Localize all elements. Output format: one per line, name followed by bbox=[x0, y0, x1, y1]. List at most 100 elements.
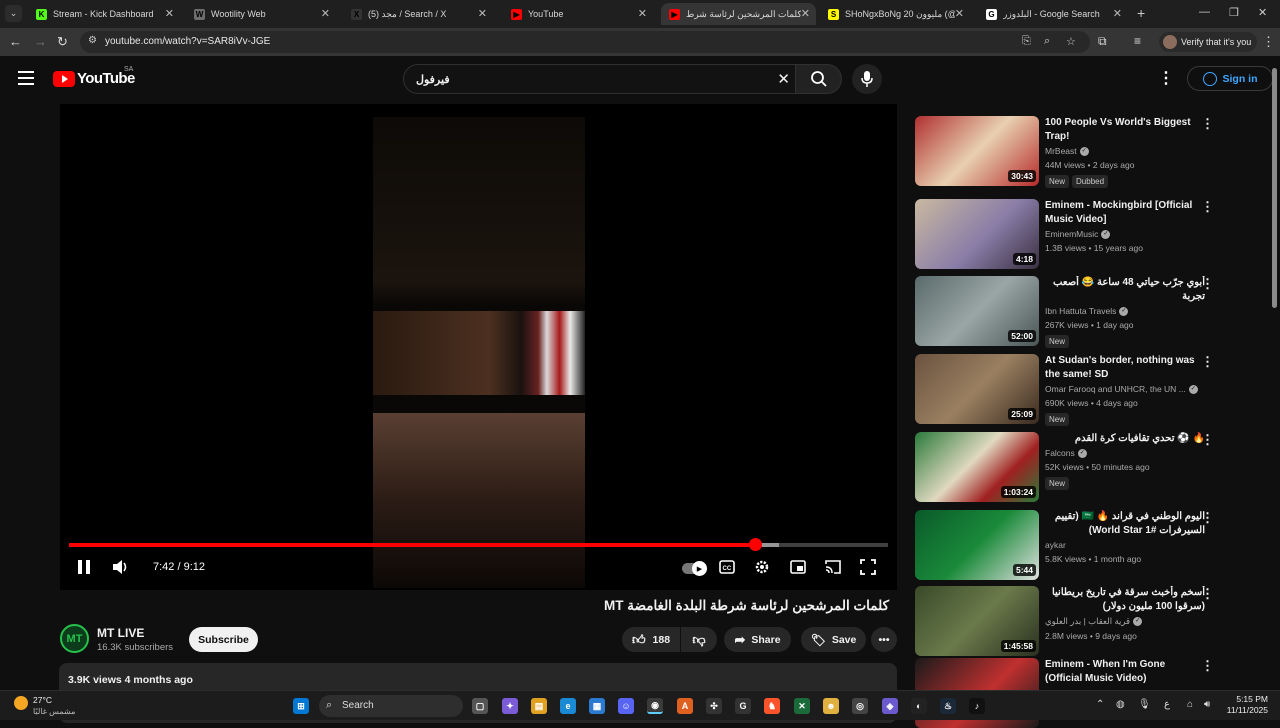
clear-search-icon[interactable]: ✕ bbox=[777, 70, 790, 88]
channel-name[interactable]: Ibn Hattuta Travels bbox=[1045, 306, 1116, 316]
progress-bar[interactable] bbox=[69, 538, 888, 551]
back-icon[interactable]: ← bbox=[9, 34, 22, 49]
minimize-icon[interactable]: — bbox=[1199, 6, 1210, 18]
channel-name[interactable]: aykar bbox=[1045, 540, 1066, 550]
close-tab-icon[interactable]: ✕ bbox=[165, 7, 174, 20]
share-button[interactable]: ➦ Share bbox=[724, 627, 791, 652]
video-menu-icon[interactable]: ⋮ bbox=[1201, 276, 1214, 292]
browser-tab[interactable]: X (5) مجد / Search / X ✕ bbox=[343, 3, 493, 25]
channel-name[interactable]: MrBeast bbox=[1045, 146, 1077, 156]
autoplay-toggle[interactable]: ▶ bbox=[682, 561, 707, 576]
video-thumbnail[interactable]: 5:44 bbox=[915, 510, 1039, 580]
video-menu-icon[interactable]: ⋮ bbox=[1201, 116, 1214, 132]
brave-icon[interactable]: ♞ bbox=[764, 698, 780, 714]
voice-search-button[interactable] bbox=[852, 64, 882, 94]
video-thumbnail[interactable]: 52:00 bbox=[915, 276, 1039, 346]
app-sync-icon[interactable]: ✣ bbox=[706, 698, 722, 714]
file-explorer-icon[interactable]: ▤ bbox=[531, 698, 547, 714]
app-dark-icon[interactable]: ◐ bbox=[911, 698, 927, 714]
obs-icon[interactable]: ◎ bbox=[852, 698, 868, 714]
clock[interactable]: 5:15 PM 11/11/2025 bbox=[1226, 694, 1268, 716]
browser-tab[interactable]: S SHoNgxBoNg 20 مليوون (@sh✕ bbox=[820, 3, 970, 25]
video-thumbnail[interactable]: 1:03:24 bbox=[915, 432, 1039, 502]
browser-tab[interactable]: ▶ كلمات المرشحين لرئاسة شرط ✕ bbox=[661, 3, 816, 25]
hamburger-menu-icon[interactable] bbox=[18, 71, 34, 85]
site-info-icon[interactable]: ⚙ bbox=[88, 35, 97, 46]
video-title[interactable]: At Sudan's border, nothing was the same!… bbox=[1045, 354, 1205, 382]
video-title[interactable]: أسخم وأخبث سرقة في تاريخ بريطانيا (سرقوا… bbox=[1045, 586, 1205, 614]
media-control-icon[interactable]: ≡ bbox=[1134, 34, 1141, 48]
channel-name[interactable]: EminemMusic bbox=[1045, 229, 1098, 239]
browser-tab[interactable]: G البلدوزر - Google Search ✕ bbox=[978, 3, 1128, 25]
chrome-icon[interactable]: ◉ bbox=[647, 698, 663, 714]
video-menu-icon[interactable]: ⋮ bbox=[1201, 432, 1214, 448]
close-tab-icon[interactable]: ✕ bbox=[478, 7, 487, 20]
video-title[interactable]: أبوي جرّب حياتي 48 ساعة 😂 أصعب تجربة bbox=[1045, 276, 1205, 304]
address-bar[interactable]: ⚙ youtube.com/watch?v=SAR8iVv-JGE ⎘ ⌕ ☆ bbox=[80, 31, 1090, 53]
volume-button[interactable] bbox=[112, 559, 130, 580]
zoom-icon[interactable]: ⌕ bbox=[1044, 35, 1050, 48]
like-button[interactable]: 👍︎ 188 bbox=[622, 627, 680, 652]
scrubber-handle[interactable] bbox=[749, 538, 763, 551]
tab-search-button[interactable]: ⌄ bbox=[5, 5, 22, 22]
video-title[interactable]: 100 People Vs World's Biggest Trap! bbox=[1045, 116, 1205, 144]
discord-icon[interactable]: ☺ bbox=[618, 698, 634, 714]
pause-button[interactable] bbox=[77, 559, 91, 580]
tray-mic-icon[interactable]: 🎙︎ bbox=[1138, 699, 1151, 710]
video-menu-icon[interactable]: ⋮ bbox=[1201, 354, 1214, 370]
video-title[interactable]: Eminem - When I'm Gone (Official Music V… bbox=[1045, 658, 1205, 686]
steam-icon[interactable]: ♨ bbox=[940, 698, 956, 714]
close-tab-icon[interactable]: ✕ bbox=[638, 7, 647, 20]
speaker-icon[interactable]: 🔊︎ bbox=[1204, 699, 1210, 710]
extensions-icon[interactable]: ⧉ bbox=[1098, 34, 1107, 49]
page-scrollbar[interactable] bbox=[1271, 60, 1278, 686]
dislike-button[interactable]: 👎︎ bbox=[681, 627, 717, 652]
video-menu-icon[interactable]: ⋮ bbox=[1201, 586, 1214, 602]
video-thumbnail[interactable]: 1:45:58 bbox=[915, 586, 1039, 656]
channel-name[interactable]: Falcons bbox=[1045, 448, 1075, 458]
copilot-icon[interactable]: ✦ bbox=[502, 698, 518, 714]
channel-avatar[interactable]: MT bbox=[60, 624, 89, 653]
close-tab-icon[interactable]: ✕ bbox=[955, 7, 964, 20]
store-icon[interactable]: ▦ bbox=[589, 698, 605, 714]
tray-overflow-icon[interactable]: ⌃ bbox=[1096, 699, 1104, 710]
tiktok-icon[interactable]: ♪ bbox=[969, 698, 985, 714]
app-smile-icon[interactable]: ☻ bbox=[823, 698, 839, 714]
scrollbar-thumb[interactable] bbox=[1272, 68, 1277, 308]
video-thumbnail[interactable]: 25:09 bbox=[915, 354, 1039, 424]
save-button[interactable]: 🏷︎ Save bbox=[801, 627, 866, 652]
new-tab-button[interactable]: + bbox=[1137, 5, 1145, 21]
reload-icon[interactable]: ↻ bbox=[57, 34, 68, 50]
browser-menu-icon[interactable]: ⋮ bbox=[1262, 34, 1275, 50]
close-tab-icon[interactable]: ✕ bbox=[321, 7, 330, 20]
task-view-icon[interactable]: ▢ bbox=[472, 698, 488, 714]
language-icon[interactable]: ع bbox=[1164, 699, 1170, 710]
close-tab-icon[interactable]: ✕ bbox=[1113, 7, 1122, 20]
miniplayer-button[interactable] bbox=[790, 560, 806, 579]
channel-name[interactable]: قرية العقاب | بدر العلوي bbox=[1045, 616, 1130, 626]
video-menu-icon[interactable]: ⋮ bbox=[1201, 510, 1214, 526]
channel-name[interactable]: Omar Farooq and UNHCR, the UN ... bbox=[1045, 384, 1186, 394]
channel-name[interactable]: MT LIVE bbox=[97, 626, 144, 640]
edge-icon[interactable]: e bbox=[560, 698, 576, 714]
video-thumbnail[interactable]: 30:43 bbox=[915, 116, 1039, 186]
forward-icon[interactable]: → bbox=[34, 34, 47, 49]
close-tab-icon[interactable]: ✕ bbox=[801, 7, 810, 20]
subtitles-button[interactable]: CC bbox=[719, 560, 735, 579]
restore-icon[interactable]: ❐ bbox=[1229, 6, 1239, 19]
xbox-icon[interactable]: ✕ bbox=[794, 698, 810, 714]
install-icon[interactable]: ⎘ bbox=[1022, 35, 1031, 48]
video-thumbnail[interactable]: 4:18 bbox=[915, 199, 1039, 269]
settings-more-icon[interactable]: ⋮ bbox=[1158, 68, 1174, 88]
video-title[interactable]: Eminem - Mockingbird [Official Music Vid… bbox=[1045, 199, 1205, 227]
app-a-icon[interactable]: A bbox=[677, 698, 693, 714]
sign-in-button[interactable]: Sign in bbox=[1187, 66, 1273, 91]
start-windows-icon[interactable]: ⊞ bbox=[293, 698, 309, 714]
more-actions-button[interactable]: ••• bbox=[871, 627, 897, 652]
settings-button[interactable] bbox=[754, 559, 770, 580]
video-title[interactable]: اليوم الوطني في قراند 🔥 🇸🇦 (تقييم السيرف… bbox=[1045, 510, 1205, 538]
subscribe-button[interactable]: Subscribe bbox=[189, 627, 258, 652]
video-player[interactable]: 7:42 / 9:12 ▶ CC bbox=[60, 104, 897, 590]
tray-app-icon[interactable]: ◍ bbox=[1116, 699, 1125, 710]
search-button[interactable] bbox=[796, 64, 842, 94]
